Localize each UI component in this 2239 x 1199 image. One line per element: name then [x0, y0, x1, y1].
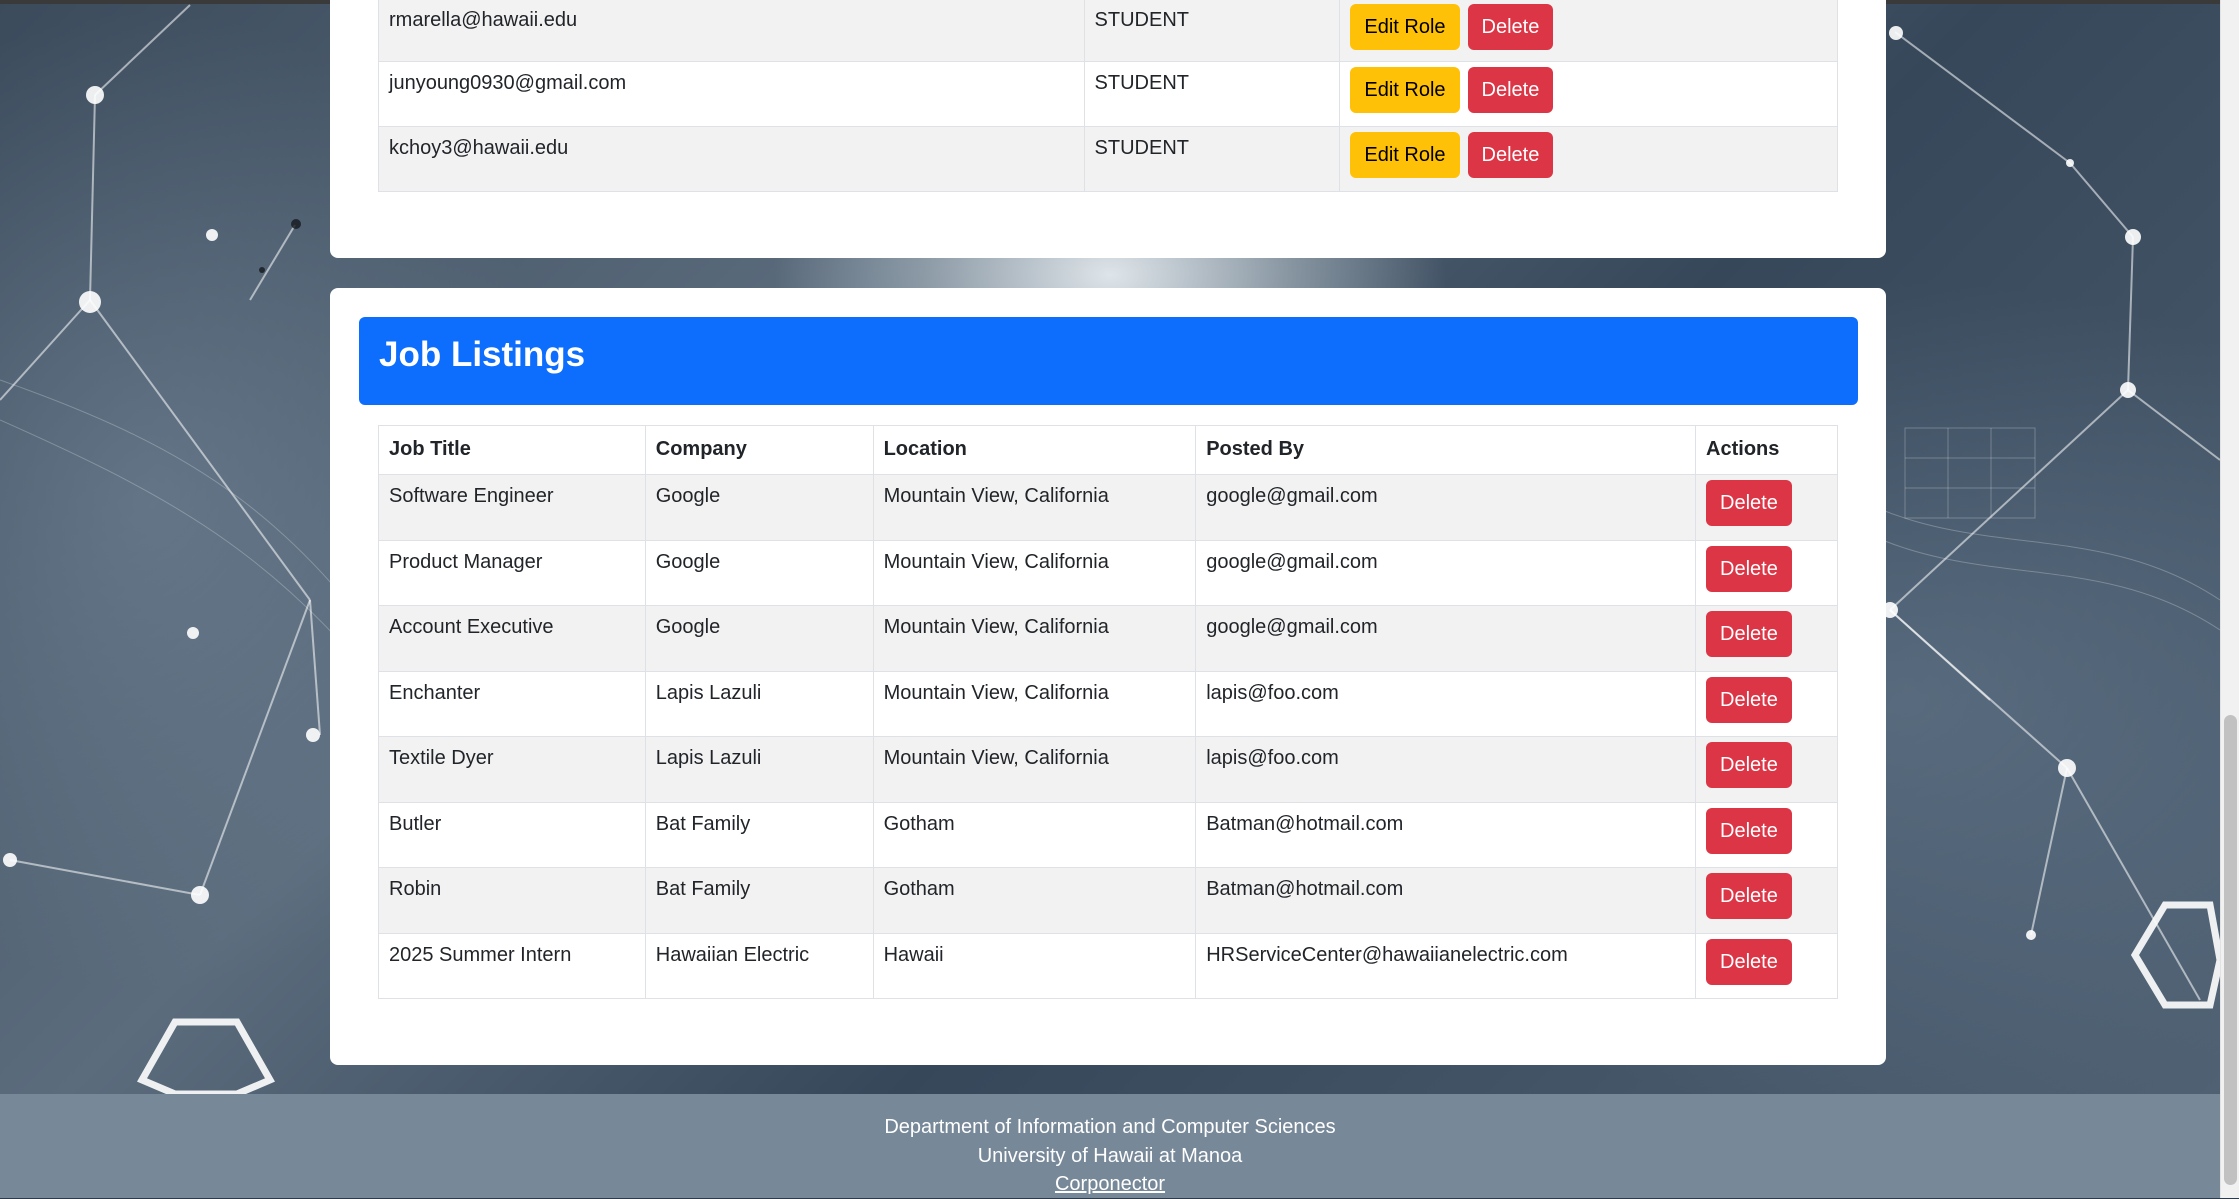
job-company: Google	[644, 539, 874, 606]
table-row: rmarella@hawaii.edu STUDENT Edit Role Del…	[378, 0, 1838, 62]
job-posted-by: google@gmail.com	[1195, 605, 1697, 672]
delete-user-button[interactable]: Delete	[1467, 4, 1554, 50]
job-title: 2025 Summer Intern	[378, 932, 646, 999]
job-posted-by: google@gmail.com	[1195, 539, 1697, 606]
table-row: Product Manager Google Mountain View, Ca…	[378, 539, 1838, 606]
scrollbar-thumb[interactable]	[2224, 715, 2237, 1185]
footer-link-corponector[interactable]: Corponector	[1055, 1173, 1165, 1195]
vertical-scrollbar[interactable]	[2220, 0, 2239, 1198]
column-header-location: Location	[872, 425, 1197, 475]
table-row: Software Engineer Google Mountain View, …	[378, 474, 1838, 541]
job-company: Lapis Lazuli	[644, 670, 874, 737]
job-company: Bat Family	[644, 867, 874, 934]
job-location: Mountain View, California	[872, 539, 1197, 606]
job-posted-by: Batman@hotmail.com	[1195, 867, 1697, 934]
edit-role-button[interactable]: Edit Role	[1350, 132, 1460, 178]
table-row: kchoy3@hawaii.edu STUDENT Edit Role Delet…	[378, 126, 1838, 192]
job-actions: Delete	[1695, 932, 1838, 999]
delete-job-button[interactable]: Delete	[1706, 742, 1792, 788]
user-actions: Edit Role Delete	[1339, 61, 1838, 127]
job-location: Mountain View, California	[872, 474, 1197, 541]
footer: Department of Information and Computer S…	[0, 1094, 2220, 1198]
job-company: Google	[644, 474, 874, 541]
table-row: junyoung0930@gmail.com STUDENT Edit Role…	[378, 61, 1838, 127]
job-location: Gotham	[872, 867, 1197, 934]
user-actions: Edit Role Delete	[1339, 0, 1838, 62]
job-location: Gotham	[872, 801, 1197, 868]
job-company: Lapis Lazuli	[644, 736, 874, 803]
job-title: Account Executive	[378, 605, 646, 672]
table-row: 2025 Summer Intern Hawaiian Electric Haw…	[378, 932, 1838, 999]
column-header-job-title: Job Title	[378, 425, 646, 475]
job-title: Textile Dyer	[378, 736, 646, 803]
job-actions: Delete	[1695, 801, 1838, 868]
job-company: Hawaiian Electric	[644, 932, 874, 999]
user-role: STUDENT	[1083, 61, 1341, 127]
delete-job-button[interactable]: Delete	[1706, 480, 1792, 526]
job-actions: Delete	[1695, 670, 1838, 737]
table-header-row: Job Title Company Location Posted By Act…	[378, 425, 1838, 475]
table-row: Butler Bat Family Gotham Batman@hotmail.…	[378, 801, 1838, 868]
job-actions: Delete	[1695, 736, 1838, 803]
user-role: STUDENT	[1083, 126, 1341, 192]
user-email: kchoy3@hawaii.edu	[378, 126, 1085, 192]
column-header-company: Company	[644, 425, 874, 475]
delete-job-button[interactable]: Delete	[1706, 938, 1792, 985]
job-title: Robin	[378, 867, 646, 934]
job-posted-by: lapis@foo.com	[1195, 670, 1697, 737]
delete-job-button[interactable]: Delete	[1706, 807, 1792, 854]
job-listings-title: Job Listings	[359, 317, 1858, 405]
job-location: Hawaii	[872, 932, 1197, 999]
job-location: Mountain View, California	[872, 670, 1197, 737]
table-row: Account Executive Google Mountain View, …	[378, 605, 1838, 672]
user-email: junyoung0930@gmail.com	[378, 61, 1085, 127]
users-table: rmarella@hawaii.edu STUDENT Edit Role Del…	[378, 0, 1838, 192]
job-listings-table: Job Title Company Location Posted By Act…	[378, 425, 1838, 999]
job-company: Google	[644, 605, 874, 672]
column-header-posted-by: Posted By	[1195, 425, 1697, 475]
user-role: STUDENT	[1083, 0, 1341, 62]
job-posted-by: google@gmail.com	[1195, 474, 1697, 541]
job-location: Mountain View, California	[872, 605, 1197, 672]
table-row: Textile Dyer Lapis Lazuli Mountain View,…	[378, 736, 1838, 803]
user-actions: Edit Role Delete	[1339, 126, 1838, 192]
table-row: Enchanter Lapis Lazuli Mountain View, Ca…	[378, 670, 1838, 737]
table-row: Robin Bat Family Gotham Batman@hotmail.c…	[378, 867, 1838, 934]
edit-role-button[interactable]: Edit Role	[1350, 67, 1460, 113]
delete-job-button[interactable]: Delete	[1706, 611, 1792, 657]
edit-role-button[interactable]: Edit Role	[1350, 4, 1460, 50]
job-title: Software Engineer	[378, 474, 646, 541]
job-posted-by: lapis@foo.com	[1195, 736, 1697, 803]
job-actions: Delete	[1695, 605, 1838, 672]
footer-university: University of Hawaii at Manoa	[977, 1144, 1243, 1167]
job-company: Bat Family	[644, 801, 874, 868]
job-title: Enchanter	[378, 670, 646, 737]
column-header-actions: Actions	[1695, 425, 1838, 475]
job-title: Product Manager	[378, 539, 646, 606]
delete-job-button[interactable]: Delete	[1706, 545, 1792, 592]
delete-user-button[interactable]: Delete	[1467, 132, 1554, 178]
job-title: Butler	[378, 801, 646, 868]
user-email: rmarella@hawaii.edu	[378, 0, 1085, 62]
delete-job-button[interactable]: Delete	[1706, 873, 1792, 919]
job-actions: Delete	[1695, 867, 1838, 934]
job-location: Mountain View, California	[872, 736, 1197, 803]
delete-user-button[interactable]: Delete	[1467, 67, 1554, 113]
job-posted-by: HRServiceCenter@hawaiianelectric.com	[1195, 932, 1697, 999]
job-actions: Delete	[1695, 474, 1838, 541]
delete-job-button[interactable]: Delete	[1706, 676, 1792, 723]
job-actions: Delete	[1695, 539, 1838, 606]
job-posted-by: Batman@hotmail.com	[1195, 801, 1697, 868]
footer-department: Department of Information and Computer S…	[884, 1116, 1336, 1138]
